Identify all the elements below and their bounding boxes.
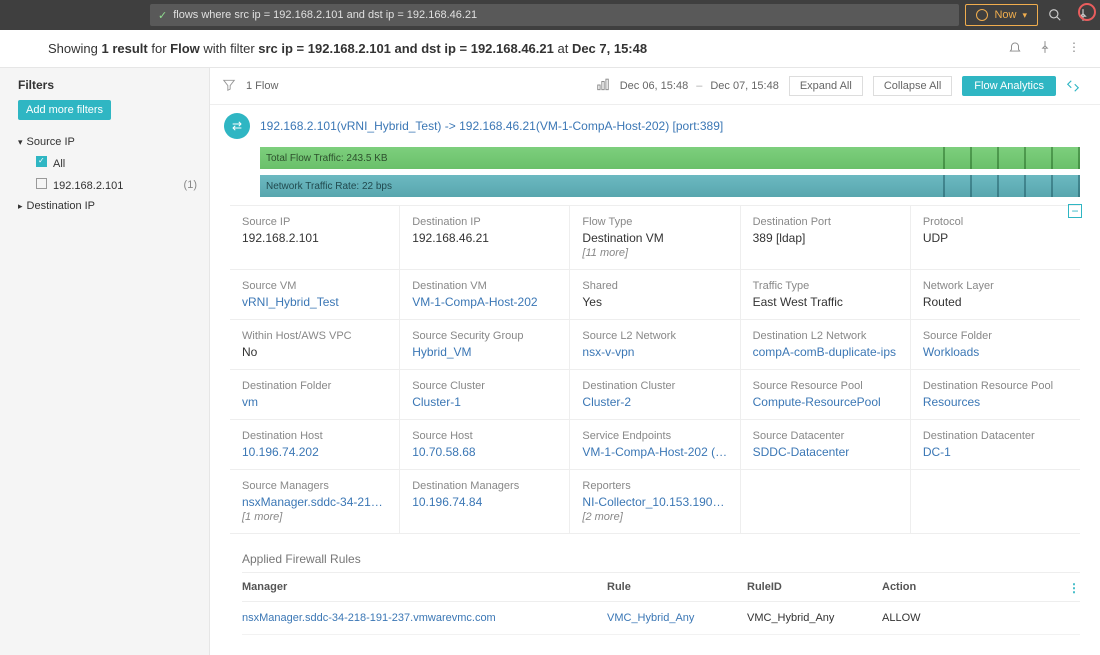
collapse-icon[interactable]	[1066, 79, 1080, 93]
more-icon[interactable]: ⋮	[1068, 40, 1080, 57]
detail-cell: Service EndpointsVM-1-CompA-Host-202 (19…	[570, 420, 740, 469]
rule-link[interactable]: VMC_Hybrid_Any	[607, 612, 747, 624]
detail-cell: Source Security GroupHybrid_VM	[400, 320, 570, 369]
add-filters-button[interactable]: Add more filters	[18, 100, 111, 120]
flow-count: 1 Flow	[246, 80, 278, 92]
detail-link[interactable]: Cluster-2	[582, 395, 727, 409]
detail-link[interactable]: Resources	[923, 395, 1068, 409]
detail-cell: SharedYes	[570, 270, 740, 319]
detail-link[interactable]: SDDC-Datacenter	[753, 445, 898, 459]
filter-group[interactable]: ▸Destination IP	[0, 196, 209, 216]
flow-analytics-button[interactable]: Flow Analytics	[962, 76, 1056, 96]
collapse-all-button[interactable]: Collapse All	[873, 76, 952, 96]
filters-title: Filters	[0, 78, 209, 100]
search-query: flows where src ip = 192.168.2.101 and d…	[173, 9, 477, 21]
total-traffic-bar: Total Flow Traffic: 243.5 KB	[260, 147, 1080, 169]
detail-cell: Source Host10.70.58.68	[400, 420, 570, 469]
detail-cell: Source Resource PoolCompute-ResourcePool	[741, 370, 911, 419]
detail-link[interactable]: compA-comB-duplicate-ips	[753, 345, 898, 359]
detail-cell: Destination VMVM-1-CompA-Host-202	[400, 270, 570, 319]
detail-cell: Source VMvRNI_Hybrid_Test	[230, 270, 400, 319]
detail-cell: Destination Managers10.196.74.84	[400, 470, 570, 533]
detail-cell	[911, 470, 1080, 533]
detail-link[interactable]: Workloads	[923, 345, 1068, 359]
filter-item[interactable]: All	[30, 152, 209, 174]
flow-icon: ⇄	[224, 113, 250, 139]
detail-link[interactable]: nsx-v-vpn	[582, 345, 727, 359]
detail-cell: Destination Port389 [ldap]	[741, 206, 911, 269]
detail-cell: Network LayerRouted	[911, 270, 1080, 319]
detail-cell: Flow TypeDestination VM[11 more]	[570, 206, 740, 269]
flow-title[interactable]: 192.168.2.101(vRNI_Hybrid_Test) -> 192.1…	[260, 119, 723, 133]
detail-link[interactable]: 10.196.74.84	[412, 495, 557, 509]
chevron-down-icon: ▾	[1022, 10, 1027, 21]
filter-group[interactable]: ▾Source IP	[0, 132, 209, 152]
detail-cell: Source L2 Networknsx-v-vpn	[570, 320, 740, 369]
firewall-table-header: Manager Rule RuleID Action ⋮	[242, 572, 1080, 602]
search-box[interactable]: ✓ flows where src ip = 192.168.2.101 and…	[150, 4, 959, 26]
detail-cell: ReportersNI-Collector_10.153.190.68[2 mo…	[570, 470, 740, 533]
detail-link[interactable]: nsxManager.sddc-34-218-19...	[242, 495, 387, 509]
detail-cell: Destination IP192.168.46.21	[400, 206, 570, 269]
time-range: Dec 06, 15:48–Dec 07, 15:48	[620, 80, 779, 92]
time-selector[interactable]: Now ▾	[965, 4, 1038, 26]
search-icon[interactable]	[1044, 4, 1066, 26]
collapse-details-button[interactable]: −	[1068, 204, 1082, 218]
detail-link[interactable]: NI-Collector_10.153.190.68	[582, 495, 727, 509]
expand-all-button[interactable]: Expand All	[789, 76, 863, 96]
detail-link[interactable]: Compute-ResourcePool	[753, 395, 898, 409]
detail-cell: ProtocolUDP	[911, 206, 1080, 269]
table-more-icon[interactable]: ⋮	[1068, 581, 1080, 595]
detail-link[interactable]: 10.196.74.202	[242, 445, 387, 459]
status-circle-icon	[1078, 3, 1096, 21]
detail-cell: Source ClusterCluster-1	[400, 370, 570, 419]
detail-cell: Destination ClusterCluster-2	[570, 370, 740, 419]
traffic-rate-bar: Network Traffic Rate: 22 bps	[260, 175, 1080, 197]
detail-link[interactable]: Cluster-1	[412, 395, 557, 409]
detail-cell: Source ManagersnsxManager.sddc-34-218-19…	[230, 470, 400, 533]
detail-cell: Source IP192.168.2.101	[230, 206, 400, 269]
detail-cell: Destination Foldervm	[230, 370, 400, 419]
detail-cell: Destination Host10.196.74.202	[230, 420, 400, 469]
detail-cell: Traffic TypeEast West Traffic	[741, 270, 911, 319]
detail-cell	[741, 470, 911, 533]
check-icon: ✓	[158, 9, 167, 22]
filters-panel: Filters Add more filters ▾Source IPAll19…	[0, 68, 210, 655]
detail-cell: Source DatacenterSDDC-Datacenter	[741, 420, 911, 469]
detail-cell: Source FolderWorkloads	[911, 320, 1080, 369]
clock-icon	[976, 9, 988, 21]
stats-icon[interactable]	[596, 78, 610, 95]
detail-link[interactable]: 10.70.58.68	[412, 445, 557, 459]
detail-cell: Destination L2 NetworkcompA-comB-duplica…	[741, 320, 911, 369]
detail-link[interactable]: Hybrid_VM	[412, 345, 557, 359]
detail-link[interactable]: vm	[242, 395, 387, 409]
detail-cell: Destination Resource PoolResources	[911, 370, 1080, 419]
manager-link[interactable]: nsxManager.sddc-34-218-191-237.vmwarevmc…	[242, 612, 607, 624]
filter-item[interactable]: 192.168.2.101(1)	[30, 174, 209, 196]
bell-icon[interactable]	[1008, 40, 1022, 57]
detail-link[interactable]: vRNI_Hybrid_Test	[242, 295, 387, 309]
detail-cell: Within Host/AWS VPCNo	[230, 320, 400, 369]
detail-cell: Destination DatacenterDC-1	[911, 420, 1080, 469]
detail-link[interactable]: VM-1-CompA-Host-202 (19...	[582, 445, 727, 459]
result-summary: Showing 1 result for Flow with filter sr…	[48, 41, 647, 56]
pin-icon[interactable]	[1038, 40, 1052, 57]
detail-link[interactable]: DC-1	[923, 445, 1068, 459]
firewall-section-title: Applied Firewall Rules	[210, 534, 1100, 572]
funnel-icon[interactable]	[222, 78, 236, 95]
detail-link[interactable]: VM-1-CompA-Host-202	[412, 295, 557, 309]
